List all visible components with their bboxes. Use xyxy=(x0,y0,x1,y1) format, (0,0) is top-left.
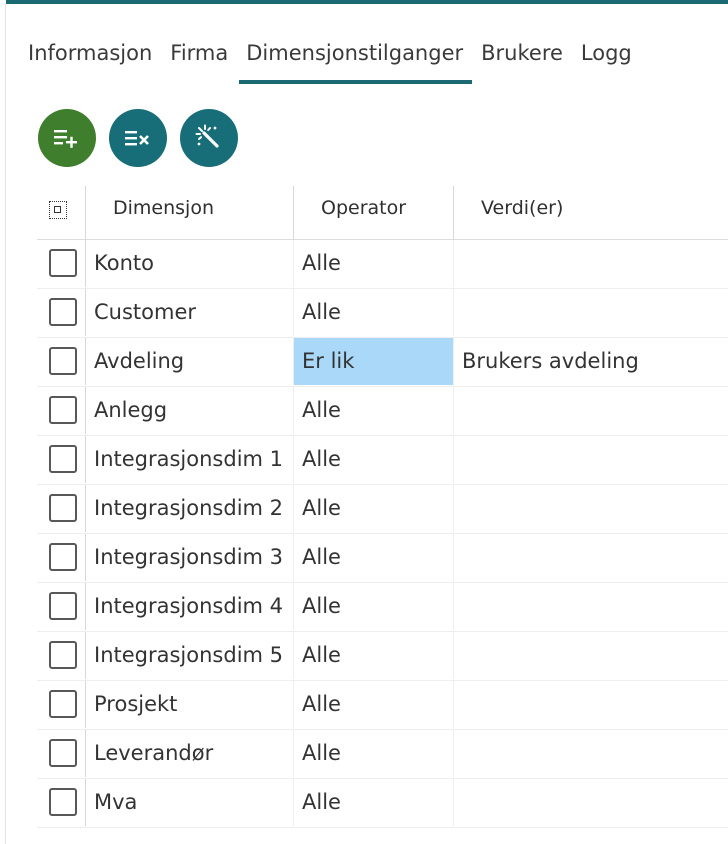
value-cell[interactable] xyxy=(453,240,728,287)
table-row[interactable]: Integrasjonsdim 5 Alle xyxy=(37,632,728,681)
tab-logg[interactable]: Logg xyxy=(581,36,632,86)
remove-rows-icon xyxy=(125,131,149,146)
row-checkbox[interactable] xyxy=(49,592,77,620)
row-checkbox[interactable] xyxy=(49,788,77,816)
operator-cell[interactable]: Alle xyxy=(293,681,453,728)
dimension-cell[interactable]: Mva xyxy=(85,779,293,826)
row-checkbox[interactable] xyxy=(49,494,77,522)
row-select-cell xyxy=(37,338,85,385)
row-select-cell xyxy=(37,632,85,679)
operator-cell[interactable]: Alle xyxy=(293,779,453,826)
value-cell[interactable] xyxy=(453,632,728,679)
add-row-icon xyxy=(54,130,77,148)
dimension-grid: Dimensjon Operator Verdi(er) Konto Alle … xyxy=(37,186,728,828)
remove-rows-button[interactable] xyxy=(109,109,167,167)
operator-cell[interactable]: Alle xyxy=(293,436,453,483)
value-cell[interactable] xyxy=(453,387,728,434)
value-cell[interactable] xyxy=(453,730,728,777)
value-cell[interactable] xyxy=(453,485,728,532)
operator-cell[interactable]: Alle xyxy=(293,730,453,777)
dimension-access-page: Informasjon Firma Dimensjonstilganger Br… xyxy=(0,0,728,844)
select-all-icon[interactable] xyxy=(49,201,67,219)
column-header-dimension-label: Dimensjon xyxy=(113,197,214,219)
operator-cell-active[interactable]: Er lik xyxy=(293,338,453,385)
row-checkbox[interactable] xyxy=(49,298,77,326)
dimension-cell[interactable]: Customer xyxy=(85,289,293,336)
row-select-cell xyxy=(37,583,85,630)
dimension-cell[interactable]: Integrasjonsdim 4 xyxy=(85,583,293,630)
table-row[interactable]: Konto Alle xyxy=(37,240,728,289)
dimension-cell[interactable]: Leverandør xyxy=(85,730,293,777)
dimension-cell[interactable]: Integrasjonsdim 5 xyxy=(85,632,293,679)
row-checkbox[interactable] xyxy=(49,690,77,718)
value-cell[interactable] xyxy=(453,534,728,581)
dimension-cell[interactable]: Integrasjonsdim 3 xyxy=(85,534,293,581)
operator-cell[interactable]: Alle xyxy=(293,632,453,679)
value-cell[interactable] xyxy=(453,289,728,336)
table-row[interactable]: Leverandør Alle xyxy=(37,730,728,779)
operator-cell[interactable]: Alle xyxy=(293,289,453,336)
table-row[interactable]: Anlegg Alle xyxy=(37,387,728,436)
table-row[interactable]: Integrasjonsdim 1 Alle xyxy=(37,436,728,485)
tab-brukere[interactable]: Brukere xyxy=(481,36,563,86)
row-checkbox[interactable] xyxy=(49,445,77,473)
row-checkbox[interactable] xyxy=(49,249,77,277)
dimension-cell[interactable]: Konto xyxy=(85,240,293,287)
row-checkbox[interactable] xyxy=(49,347,77,375)
row-checkbox[interactable] xyxy=(49,641,77,669)
row-select-cell xyxy=(37,289,85,336)
dimension-cell[interactable]: Integrasjonsdim 1 xyxy=(85,436,293,483)
dimension-cell[interactable]: Avdeling xyxy=(85,338,293,385)
column-header-operator[interactable]: Operator xyxy=(293,186,454,239)
magic-wand-icon xyxy=(195,124,219,148)
row-select-cell xyxy=(37,240,85,287)
operator-cell[interactable]: Alle xyxy=(293,240,453,287)
value-cell[interactable] xyxy=(453,436,728,483)
left-border xyxy=(5,4,6,844)
dimension-cell[interactable]: Prosjekt xyxy=(85,681,293,728)
table-row[interactable]: Avdeling Er lik Brukers avdeling xyxy=(37,338,728,387)
column-header-dimension[interactable]: Dimensjon xyxy=(85,186,294,239)
row-select-cell xyxy=(37,730,85,777)
tab-informasjon[interactable]: Informasjon xyxy=(28,36,152,86)
tab-firma[interactable]: Firma xyxy=(170,36,228,86)
operator-cell[interactable]: Alle xyxy=(293,583,453,630)
table-row[interactable]: Prosjekt Alle xyxy=(37,681,728,730)
value-cell[interactable] xyxy=(453,681,728,728)
dimension-cell[interactable]: Anlegg xyxy=(85,387,293,434)
column-header-values-label: Verdi(er) xyxy=(481,197,564,219)
operator-cell[interactable]: Alle xyxy=(293,485,453,532)
row-select-cell xyxy=(37,779,85,826)
grid-header: Dimensjon Operator Verdi(er) xyxy=(37,186,728,240)
tab-bar: Informasjon Firma Dimensjonstilganger Br… xyxy=(28,36,632,86)
operator-cell[interactable]: Alle xyxy=(293,387,453,434)
table-row[interactable]: Integrasjonsdim 2 Alle xyxy=(37,485,728,534)
tab-dimensjonstilganger[interactable]: Dimensjonstilganger xyxy=(239,36,473,86)
value-cell[interactable] xyxy=(453,779,728,826)
magic-wand-button[interactable] xyxy=(180,109,238,167)
top-border xyxy=(6,0,728,4)
operator-cell[interactable]: Alle xyxy=(293,534,453,581)
table-row[interactable]: Mva Alle xyxy=(37,779,728,828)
row-select-cell xyxy=(37,681,85,728)
column-header-values[interactable]: Verdi(er) xyxy=(453,186,728,239)
table-row[interactable]: Customer Alle xyxy=(37,289,728,338)
row-select-cell xyxy=(37,436,85,483)
row-checkbox[interactable] xyxy=(49,543,77,571)
table-row[interactable]: Integrasjonsdim 3 Alle xyxy=(37,534,728,583)
dimension-cell[interactable]: Integrasjonsdim 2 xyxy=(85,485,293,532)
add-row-button[interactable] xyxy=(38,109,96,167)
column-header-operator-label: Operator xyxy=(321,197,407,219)
row-checkbox[interactable] xyxy=(49,396,77,424)
table-row[interactable]: Integrasjonsdim 4 Alle xyxy=(37,583,728,632)
value-cell[interactable]: Brukers avdeling xyxy=(453,338,728,385)
select-all-cell xyxy=(37,186,85,239)
row-select-cell xyxy=(37,485,85,532)
value-cell[interactable] xyxy=(453,583,728,630)
row-checkbox[interactable] xyxy=(49,739,77,767)
row-select-cell xyxy=(37,387,85,434)
row-select-cell xyxy=(37,534,85,581)
